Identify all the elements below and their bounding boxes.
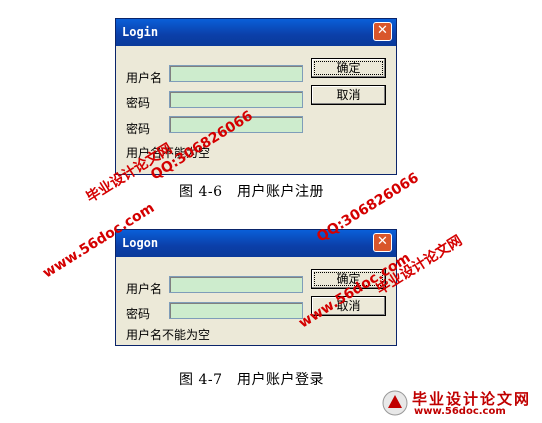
close-icon[interactable]: ✕ [373, 233, 392, 252]
error-message: 用户名不能为空 [126, 328, 211, 342]
username-input[interactable] [169, 65, 303, 82]
close-icon[interactable]: ✕ [373, 22, 392, 41]
login-caption: 图 4-7 用户账户登录 [179, 372, 324, 388]
login-title: Logon [122, 236, 159, 250]
confirm-button[interactable]: 确定 [311, 58, 386, 78]
password-label: 密码 [126, 307, 151, 321]
username-label: 用户名 [126, 282, 163, 296]
register-caption: 图 4-6 用户账户注册 [179, 184, 324, 200]
password-input[interactable] [169, 302, 303, 319]
logo-url: www.56doc.com [414, 406, 506, 417]
register-titlebar[interactable]: Login ✕ [116, 19, 396, 46]
password-input[interactable] [169, 91, 303, 108]
username-input[interactable] [169, 276, 303, 293]
cancel-button[interactable]: 取消 [311, 85, 386, 105]
login-titlebar[interactable]: Logon ✕ [116, 230, 396, 257]
register-title: Login [122, 25, 159, 39]
logo-icon [382, 390, 408, 416]
password-label: 密码 [126, 96, 151, 110]
username-label: 用户名 [126, 71, 163, 85]
site-logo: 毕业设计论文网 www.56doc.com [382, 388, 532, 418]
confirm-password-label: 密码 [126, 122, 151, 136]
